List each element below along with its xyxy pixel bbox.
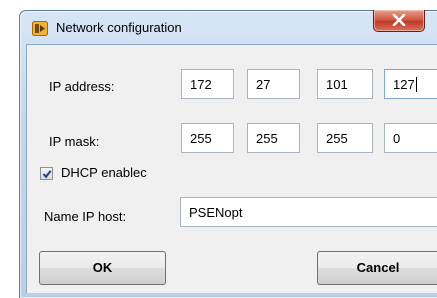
checkmark-icon xyxy=(42,170,52,179)
window-title: Network configuration xyxy=(56,20,182,35)
close-icon xyxy=(392,14,406,26)
cancel-button[interactable]: Cancel xyxy=(317,251,437,285)
ip-address-octet-2[interactable]: 27 xyxy=(247,69,300,99)
ip-mask-octet-4[interactable]: 0 xyxy=(384,123,437,153)
ip-address-octet-1[interactable]: 172 xyxy=(181,69,234,99)
close-button[interactable] xyxy=(373,10,425,32)
network-config-dialog: Network configuration IP address: 172 27… xyxy=(19,10,437,298)
ip-mask-octet-3[interactable]: 255 xyxy=(317,123,373,153)
ip-address-octet-4[interactable]: 127 xyxy=(384,69,437,99)
ip-address-label: IP address: xyxy=(49,79,115,94)
title-bar[interactable]: Network configuration xyxy=(20,10,437,45)
ip-address-octet-4-value: 127 xyxy=(393,77,415,92)
ip-address-octet-3[interactable]: 101 xyxy=(317,69,373,99)
host-name-label: Name IP host: xyxy=(44,209,127,224)
ip-mask-octet-1[interactable]: 255 xyxy=(181,123,234,153)
app-icon xyxy=(32,21,48,36)
text-caret xyxy=(415,77,417,92)
dhcp-label[interactable]: DHCP enablec xyxy=(61,165,147,180)
dhcp-checkbox[interactable] xyxy=(40,167,53,180)
host-name-input[interactable]: PSENopt xyxy=(180,197,437,227)
ok-button[interactable]: OK xyxy=(39,251,166,285)
ip-mask-octet-2[interactable]: 255 xyxy=(247,123,300,153)
ip-mask-label: IP mask: xyxy=(49,134,100,149)
